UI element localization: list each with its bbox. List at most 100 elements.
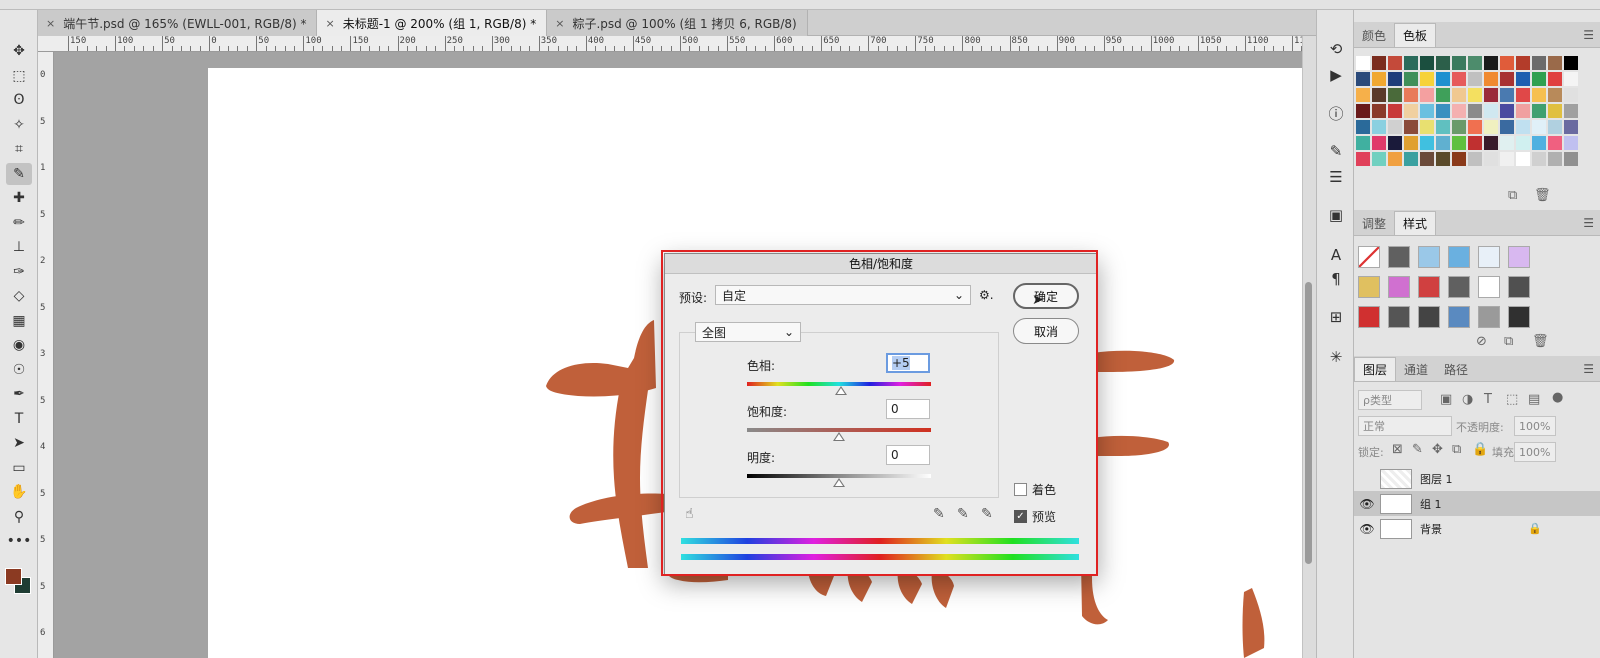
visibility-eye-icon[interactable]: 👁 — [1354, 522, 1380, 536]
color-swatch[interactable] — [1404, 136, 1418, 150]
color-swatch[interactable] — [1356, 72, 1370, 86]
color-swatch[interactable] — [1564, 104, 1578, 118]
color-swatch[interactable] — [1388, 88, 1402, 102]
color-swatch[interactable] — [1356, 104, 1370, 118]
style-preset[interactable] — [1448, 306, 1470, 328]
color-swatch[interactable] — [1516, 120, 1530, 134]
color-swatch[interactable] — [1356, 120, 1370, 134]
brush-settings-icon[interactable]: ✎ — [1325, 140, 1347, 162]
filter-type-icon[interactable]: T — [1484, 392, 1492, 407]
magic-wand-icon[interactable]: ✧ — [6, 114, 32, 136]
color-swatch[interactable] — [1564, 88, 1578, 102]
filter-pixel-icon[interactable]: ▣ — [1440, 392, 1452, 407]
colorize-box[interactable] — [1014, 483, 1027, 496]
history-brush-icon[interactable]: ✑ — [6, 261, 32, 283]
color-swatch[interactable] — [1436, 152, 1450, 166]
color-swatch[interactable] — [1404, 72, 1418, 86]
blend-mode-select[interactable]: 正常 — [1358, 416, 1452, 436]
color-swatch[interactable] — [1484, 136, 1498, 150]
layer-name[interactable]: 背景 — [1420, 521, 1442, 537]
lock-position-icon[interactable]: ✥ — [1432, 442, 1443, 457]
color-swatch[interactable] — [1500, 72, 1514, 86]
color-swatch[interactable] — [1532, 120, 1546, 134]
color-swatch[interactable] — [1452, 56, 1466, 70]
style-preset[interactable] — [1388, 276, 1410, 298]
color-swatch[interactable] — [1532, 104, 1546, 118]
color-swatch[interactable] — [1436, 104, 1450, 118]
color-swatch[interactable] — [1516, 104, 1530, 118]
color-swatch[interactable] — [1420, 56, 1434, 70]
style-preset[interactable] — [1478, 306, 1500, 328]
color-swatch[interactable] — [1516, 72, 1530, 86]
layer-thumbnail[interactable] — [1380, 468, 1412, 489]
crop-icon[interactable]: ⌗ — [6, 138, 32, 160]
channel-select[interactable]: 全图 ⌄ — [695, 322, 801, 342]
color-swatch[interactable] — [1420, 120, 1434, 134]
color-swatch[interactable] — [1372, 56, 1386, 70]
color-swatch[interactable] — [1484, 56, 1498, 70]
color-swatch[interactable] — [1516, 152, 1530, 166]
pen-icon[interactable]: ✒ — [6, 383, 32, 405]
brush-icon[interactable]: ✏ — [6, 212, 32, 234]
glyphs-icon[interactable]: ⊞ — [1325, 306, 1347, 328]
color-swatch[interactable] — [1420, 152, 1434, 166]
library-icon[interactable]: ▣ — [1325, 204, 1347, 226]
ok-button[interactable]: 确定 — [1013, 283, 1079, 309]
style-preset[interactable] — [1358, 306, 1380, 328]
new-swatch-icon[interactable]: ⧉ — [1508, 188, 1517, 203]
color-swatch[interactable] — [1548, 104, 1562, 118]
color-swatch[interactable] — [1516, 88, 1530, 102]
color-swatch[interactable] — [1500, 136, 1514, 150]
color-swatch[interactable] — [1468, 72, 1482, 86]
color-swatch[interactable] — [1420, 88, 1434, 102]
color-swatch[interactable] — [1516, 136, 1530, 150]
color-swatch[interactable] — [1356, 88, 1370, 102]
color-swatch[interactable] — [1372, 104, 1386, 118]
color-swatch[interactable] — [1404, 88, 1418, 102]
color-swatch[interactable] — [1468, 152, 1482, 166]
color-swatch[interactable] — [1420, 104, 1434, 118]
color-swatch[interactable] — [1548, 72, 1562, 86]
close-icon[interactable]: × — [325, 17, 334, 30]
delete-swatch-icon[interactable]: 🗑 — [1534, 188, 1551, 203]
color-swatch[interactable] — [1564, 120, 1578, 134]
layer-thumbnail[interactable] — [1380, 493, 1412, 514]
style-preset[interactable] — [1448, 246, 1470, 268]
targeted-adjustment-hand-icon[interactable]: ☝ — [685, 506, 694, 522]
color-swatch[interactable] — [1388, 120, 1402, 134]
color-swatch[interactable] — [1436, 72, 1450, 86]
layer-row[interactable]: 图层 1 — [1354, 466, 1600, 491]
color-swatch[interactable] — [1468, 88, 1482, 102]
hue-slider-knob[interactable] — [834, 386, 847, 395]
color-swatch[interactable] — [1388, 72, 1402, 86]
style-preset[interactable] — [1508, 306, 1530, 328]
preview-checkbox[interactable]: ✓ 预览 — [1014, 508, 1056, 525]
lasso-icon[interactable]: ʘ — [6, 89, 32, 111]
color-swatch[interactable] — [1484, 104, 1498, 118]
marquee-icon[interactable]: ⬚ — [6, 65, 32, 87]
color-swatch[interactable] — [1420, 136, 1434, 150]
clear-style-icon[interactable]: ⊘ — [1476, 334, 1487, 349]
color-swatch[interactable] — [1388, 56, 1402, 70]
color-swatch[interactable] — [1500, 104, 1514, 118]
rectangle-icon[interactable]: ▭ — [6, 457, 32, 479]
panel-menu-icon[interactable]: ☰ — [1583, 216, 1594, 230]
tab-document-2[interactable]: × 粽子.psd @ 100% (组 1 拷贝 6, RGB/8) — [547, 10, 808, 36]
paragraph-icon[interactable]: ¶ — [1325, 268, 1347, 290]
play-icon[interactable]: ▶ — [1325, 64, 1347, 86]
color-swatch[interactable] — [1436, 136, 1450, 150]
layer-thumbnail[interactable] — [1380, 518, 1412, 539]
color-swatch[interactable] — [1500, 120, 1514, 134]
tab-layers[interactable]: 图层 — [1354, 357, 1397, 381]
tab-document-1[interactable]: × 未标题-1 @ 200% (组 1, RGB/8) * — [317, 10, 548, 36]
saturation-input[interactable]: 0 — [886, 399, 930, 419]
style-preset[interactable] — [1508, 246, 1530, 268]
healing-brush-icon[interactable]: ✚ — [6, 187, 32, 209]
tab-adjustments[interactable]: 调整 — [1354, 211, 1394, 235]
foreground-color-swatch[interactable] — [5, 568, 22, 585]
color-swatch[interactable] — [1468, 136, 1482, 150]
color-swatch[interactable] — [1388, 152, 1402, 166]
style-preset[interactable] — [1508, 276, 1530, 298]
eyedropper-icon[interactable]: ✎ — [6, 162, 32, 185]
tab-paths[interactable]: 路径 — [1436, 357, 1476, 381]
